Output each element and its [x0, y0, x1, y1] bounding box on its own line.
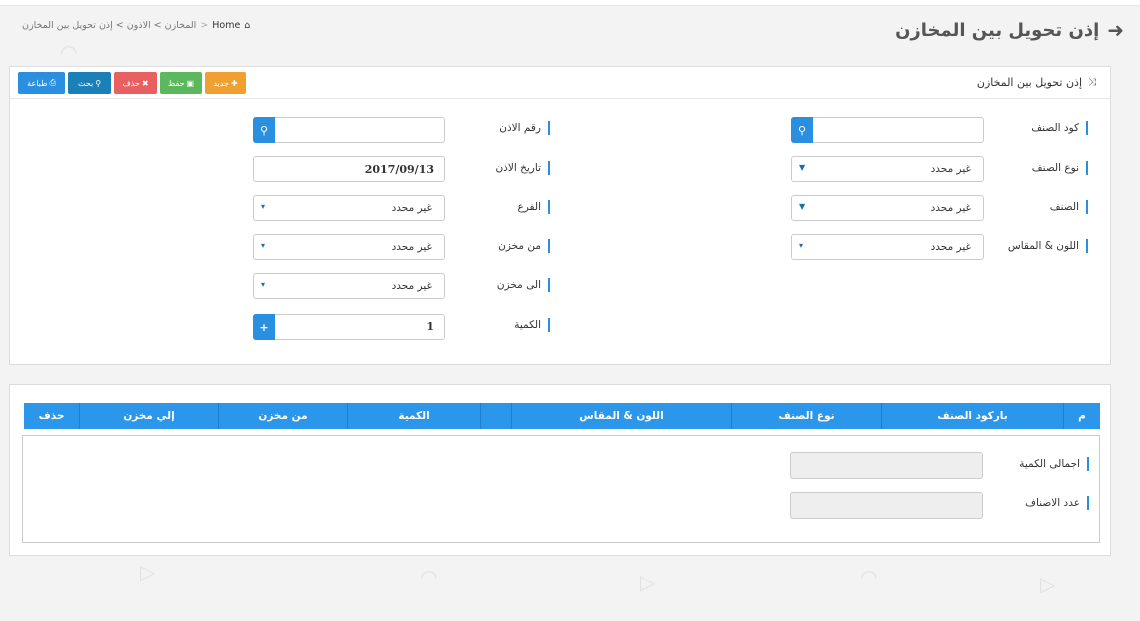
quantity-value: 1 — [426, 320, 434, 333]
items-count-field — [790, 492, 983, 519]
color-size-select[interactable]: غير محدد ▾ — [791, 234, 984, 260]
column-header: من مخزن — [218, 403, 347, 429]
items-count-label: عدد الاصناف — [1025, 496, 1089, 510]
caret-down-icon: ▾ — [261, 280, 266, 289]
item-type-select[interactable]: غير محدد ▼ — [791, 156, 984, 182]
from-store-select[interactable]: غير محدد ▾ — [253, 234, 445, 260]
panel-header: ⎙ طباعة ⚲ بحث ✖ حذف ▣ حفظ ✚ جديد ⤨ إذن تحويل … — [10, 67, 1110, 99]
from-store-value: غير محدد — [391, 241, 432, 253]
table-body: اجمالى الكمية عدد الاصناف — [22, 435, 1100, 543]
plus-icon: ✚ — [230, 78, 238, 88]
permit-date-value: 2017/09/13 — [364, 162, 434, 176]
to-store-select[interactable]: غير محدد ▾ — [253, 273, 445, 299]
page-title-text: إذن تحويل بين المخازن — [895, 19, 1100, 41]
items-panel: م باركود الصنف نوع الصنف اللون & المقاس … — [9, 384, 1111, 556]
decor-shape: ▷ — [640, 570, 656, 594]
from-store-label: من مخزن — [498, 239, 550, 253]
breadcrumb-home[interactable]: Home — [212, 20, 240, 31]
toolbar: ⎙ طباعة ⚲ بحث ✖ حذف ▣ حفظ ✚ جديد — [18, 72, 246, 94]
column-header: باركود الصنف — [881, 403, 1063, 429]
item-code-label: كود الصنف — [1031, 121, 1088, 135]
branch-select[interactable]: غير محدد ▾ — [253, 195, 445, 221]
search-icon: ⚲ — [95, 78, 102, 88]
print-icon: ⎙ — [49, 78, 56, 87]
item-code-input[interactable]: ⚲ — [791, 117, 984, 143]
new-button[interactable]: ✚ جديد — [205, 72, 246, 94]
print-button[interactable]: ⎙ طباعة — [18, 72, 65, 94]
floppy-icon: ▣ — [186, 78, 195, 88]
to-store-value: غير محدد — [391, 280, 432, 292]
search-icon[interactable]: ⚲ — [791, 117, 813, 143]
home-icon: ⌂ — [244, 20, 251, 31]
top-bar — [0, 0, 1140, 6]
color-size-value: غير محدد — [930, 241, 971, 253]
column-header: اللون & المقاس — [511, 403, 731, 429]
column-header: حذف — [38, 410, 65, 422]
caret-down-icon: ▼ — [799, 202, 806, 211]
decor-shape: ▷ — [140, 560, 156, 584]
permit-date-label: تاريخ الاذن — [495, 161, 550, 175]
delete-label: حذف — [122, 78, 140, 88]
search-label: بحث — [77, 78, 94, 88]
quantity-label: الكمية — [514, 318, 550, 332]
quantity-input[interactable]: + 1 — [253, 314, 445, 340]
column-header: الكمية — [347, 403, 480, 429]
print-label: طباعة — [27, 78, 48, 88]
decor-shape: ▷ — [1040, 572, 1056, 596]
item-select[interactable]: غير محدد ▼ — [791, 195, 984, 221]
arrow-right-icon[interactable]: ➜ — [1107, 18, 1124, 42]
delete-button[interactable]: ✖ حذف — [114, 72, 157, 94]
decor-shape: ◠ — [60, 40, 78, 64]
breadcrumb: المخازن > الاذون > إذن تحويل بين المخازن… — [22, 20, 250, 31]
branch-label: الفرع — [518, 200, 550, 214]
shuffle-icon: ⤨ — [1088, 77, 1096, 88]
branch-value: غير محدد — [391, 202, 432, 214]
save-label: حفظ — [167, 78, 185, 88]
new-label: جديد — [213, 78, 229, 88]
item-type-value: غير محدد — [930, 163, 971, 175]
column-header — [480, 403, 511, 429]
caret-down-icon: ▾ — [261, 241, 266, 250]
decor-shape: ◠ — [420, 565, 438, 589]
total-qty-label: اجمالى الكمية — [1019, 457, 1089, 471]
panel-title: ⤨ إذن تحويل بين المخازن — [977, 76, 1096, 89]
decor-shape: ◠ — [860, 565, 878, 589]
item-type-label: نوع الصنف — [1032, 161, 1088, 175]
search-icon[interactable]: ⚲ — [253, 117, 275, 143]
panel-title-text: إذن تحويل بين المخازن — [976, 76, 1082, 89]
save-button[interactable]: ▣ حفظ — [160, 72, 202, 94]
caret-down-icon: ▾ — [799, 241, 804, 250]
caret-down-icon: ▾ — [261, 202, 266, 211]
search-button[interactable]: ⚲ بحث — [68, 72, 111, 94]
trash-icon: ✖ — [141, 78, 149, 88]
plus-icon[interactable]: + — [253, 314, 275, 340]
column-header: نوع الصنف — [731, 403, 881, 429]
page-title: ➜ إذن تحويل بين المخازن — [895, 18, 1124, 42]
permit-no-input[interactable]: ⚲ — [253, 117, 445, 143]
item-value: غير محدد — [930, 202, 971, 214]
item-label: الصنف — [1050, 200, 1088, 214]
table-header: م باركود الصنف نوع الصنف اللون & المقاس … — [24, 403, 1100, 429]
breadcrumb-path[interactable]: المخازن > الاذون > إذن تحويل بين المخازن — [22, 20, 196, 31]
color-size-label: اللون & المقاس — [1008, 239, 1088, 253]
form-panel: ⎙ طباعة ⚲ بحث ✖ حذف ▣ حفظ ✚ جديد ⤨ إذن تحويل … — [9, 66, 1111, 365]
column-header: إلي مخزن — [79, 403, 218, 429]
permit-no-label: رقم الاذن — [499, 121, 550, 135]
to-store-label: الى مخزن — [497, 278, 550, 292]
caret-down-icon: ▼ — [799, 163, 806, 172]
column-header: م — [1063, 403, 1100, 429]
breadcrumb-separator: > — [200, 20, 209, 31]
permit-date-input[interactable]: 2017/09/13 — [253, 156, 445, 182]
total-qty-field — [790, 452, 983, 479]
